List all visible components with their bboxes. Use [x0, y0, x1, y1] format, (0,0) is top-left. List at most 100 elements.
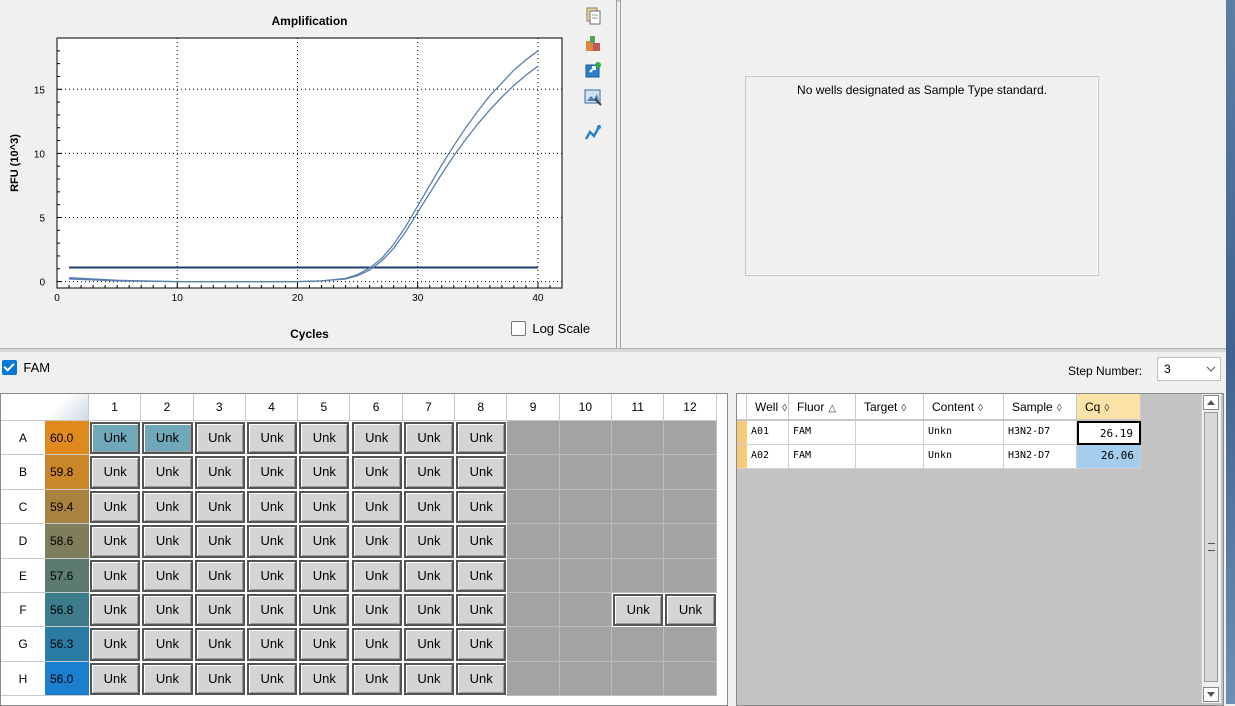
column-header-4[interactable]: 4	[245, 394, 299, 421]
well-c7[interactable]: Unk	[403, 490, 455, 524]
well-a1[interactable]: Unk	[90, 422, 141, 455]
well-h6[interactable]: Unk	[351, 662, 402, 696]
empty-well[interactable]	[612, 558, 665, 593]
plot-area[interactable]	[56, 37, 563, 289]
scroll-thumb[interactable]	[1204, 412, 1218, 682]
well-c1[interactable]: Unk	[90, 490, 141, 524]
well-c4[interactable]: Unk	[246, 490, 298, 524]
well-g3[interactable]: Unk	[194, 628, 245, 661]
column-header-1[interactable]: 1	[89, 394, 142, 421]
well-f7[interactable]: Unk	[403, 594, 455, 627]
well-g6[interactable]: Unk	[351, 628, 402, 661]
well-a5[interactable]: Unk	[299, 422, 350, 455]
row-selector[interactable]	[737, 445, 747, 469]
empty-well[interactable]	[559, 661, 612, 697]
well-d5[interactable]: Unk	[299, 525, 350, 558]
table-cell[interactable]: H3N2-D7	[1004, 421, 1077, 445]
sort-icon[interactable]: ◊	[1057, 403, 1062, 414]
well-b5[interactable]: Unk	[299, 456, 350, 489]
empty-well[interactable]	[559, 627, 612, 662]
well-f4[interactable]: Unk	[246, 594, 298, 627]
log-scale-toggle[interactable]: Log Scale	[511, 321, 590, 337]
empty-well[interactable]	[664, 489, 717, 525]
table-cell[interactable]: 26.19	[1077, 421, 1141, 445]
table-cell[interactable]: FAM	[789, 421, 856, 445]
image-icon[interactable]	[584, 88, 602, 106]
column-header-7[interactable]: 7	[402, 394, 456, 421]
empty-well[interactable]	[507, 489, 560, 525]
well-g2[interactable]: Unk	[142, 628, 193, 661]
column-header-content[interactable]: Content ◊	[924, 394, 1004, 420]
table-cell[interactable]: A02	[747, 445, 789, 469]
well-b2[interactable]: Unk	[142, 456, 193, 489]
well-h8[interactable]: Unk	[456, 662, 507, 696]
well-f8[interactable]: Unk	[456, 594, 507, 627]
well-b3[interactable]: Unk	[194, 456, 245, 489]
empty-well[interactable]	[664, 421, 717, 456]
sort-icon[interactable]: ◊	[901, 403, 906, 414]
scroll-up-button[interactable]	[1203, 395, 1219, 410]
column-header-12[interactable]: 12	[664, 394, 717, 421]
empty-well[interactable]	[612, 627, 665, 662]
empty-well[interactable]	[559, 558, 612, 593]
row-header-e[interactable]: E	[1, 558, 45, 593]
column-header-8[interactable]: 8	[455, 394, 508, 421]
empty-well[interactable]	[507, 627, 560, 662]
well-h4[interactable]: Unk	[246, 662, 298, 696]
empty-well[interactable]	[559, 489, 612, 525]
well-a3[interactable]: Unk	[194, 422, 245, 455]
row-header-c[interactable]: C	[1, 489, 45, 525]
scroll-down-button[interactable]	[1203, 687, 1219, 702]
column-header-fluor[interactable]: Fluor △	[789, 394, 856, 420]
well-f2[interactable]: Unk	[142, 594, 193, 627]
well-h5[interactable]: Unk	[299, 662, 350, 696]
table-cell[interactable]: 26.06	[1077, 445, 1141, 469]
empty-well[interactable]	[507, 558, 560, 593]
sort-icon[interactable]: ◊	[978, 403, 983, 414]
well-b8[interactable]: Unk	[456, 456, 507, 489]
column-header-target[interactable]: Target ◊	[856, 394, 924, 420]
empty-well[interactable]	[612, 524, 665, 559]
fam-toggle[interactable]: FAM	[2, 360, 50, 376]
well-a4[interactable]: Unk	[246, 422, 298, 455]
well-g4[interactable]: Unk	[246, 628, 298, 661]
well-c6[interactable]: Unk	[351, 490, 402, 524]
amplification-chart[interactable]: 0 10 20 30 40 0 5 10 15 Amplification Cycles RFU (1…	[0, 0, 616, 348]
column-header-5[interactable]: 5	[298, 394, 351, 421]
well-e8[interactable]: Unk	[456, 559, 507, 592]
chart-settings-icon[interactable]	[584, 124, 602, 142]
well-d8[interactable]: Unk	[456, 525, 507, 558]
empty-well[interactable]	[664, 661, 717, 697]
table-scrollbar[interactable]	[1201, 394, 1221, 703]
sort-icon[interactable]: △	[828, 403, 836, 414]
empty-well[interactable]	[507, 421, 560, 456]
well-a7[interactable]: Unk	[403, 422, 455, 455]
empty-well[interactable]	[559, 455, 612, 490]
empty-well[interactable]	[507, 455, 560, 490]
empty-well[interactable]	[664, 524, 717, 559]
empty-well[interactable]	[612, 421, 665, 456]
empty-well[interactable]	[559, 593, 612, 628]
empty-well[interactable]	[559, 421, 612, 456]
empty-well[interactable]	[664, 455, 717, 490]
column-header-9[interactable]: 9	[507, 394, 560, 421]
log-scale-checkbox[interactable]	[511, 321, 526, 337]
column-header-cq[interactable]: Cq ◊	[1077, 394, 1141, 420]
well-e4[interactable]: Unk	[246, 559, 298, 592]
empty-well[interactable]	[612, 489, 665, 525]
column-header-well[interactable]: Well ◊	[747, 394, 789, 420]
column-header-6[interactable]: 6	[350, 394, 403, 421]
well-b4[interactable]: Unk	[246, 456, 298, 489]
well-g5[interactable]: Unk	[299, 628, 350, 661]
table-cell[interactable]: A01	[747, 421, 789, 445]
palette-icon[interactable]	[584, 34, 602, 52]
well-f11[interactable]: Unk	[613, 594, 664, 627]
row-header-a[interactable]: A	[1, 421, 45, 456]
well-d2[interactable]: Unk	[142, 525, 193, 558]
well-a2[interactable]: Unk	[142, 422, 193, 455]
well-f3[interactable]: Unk	[194, 594, 245, 627]
sort-icon[interactable]: ◊	[782, 403, 787, 414]
well-c2[interactable]: Unk	[142, 490, 193, 524]
well-b7[interactable]: Unk	[403, 456, 455, 489]
well-c5[interactable]: Unk	[299, 490, 350, 524]
